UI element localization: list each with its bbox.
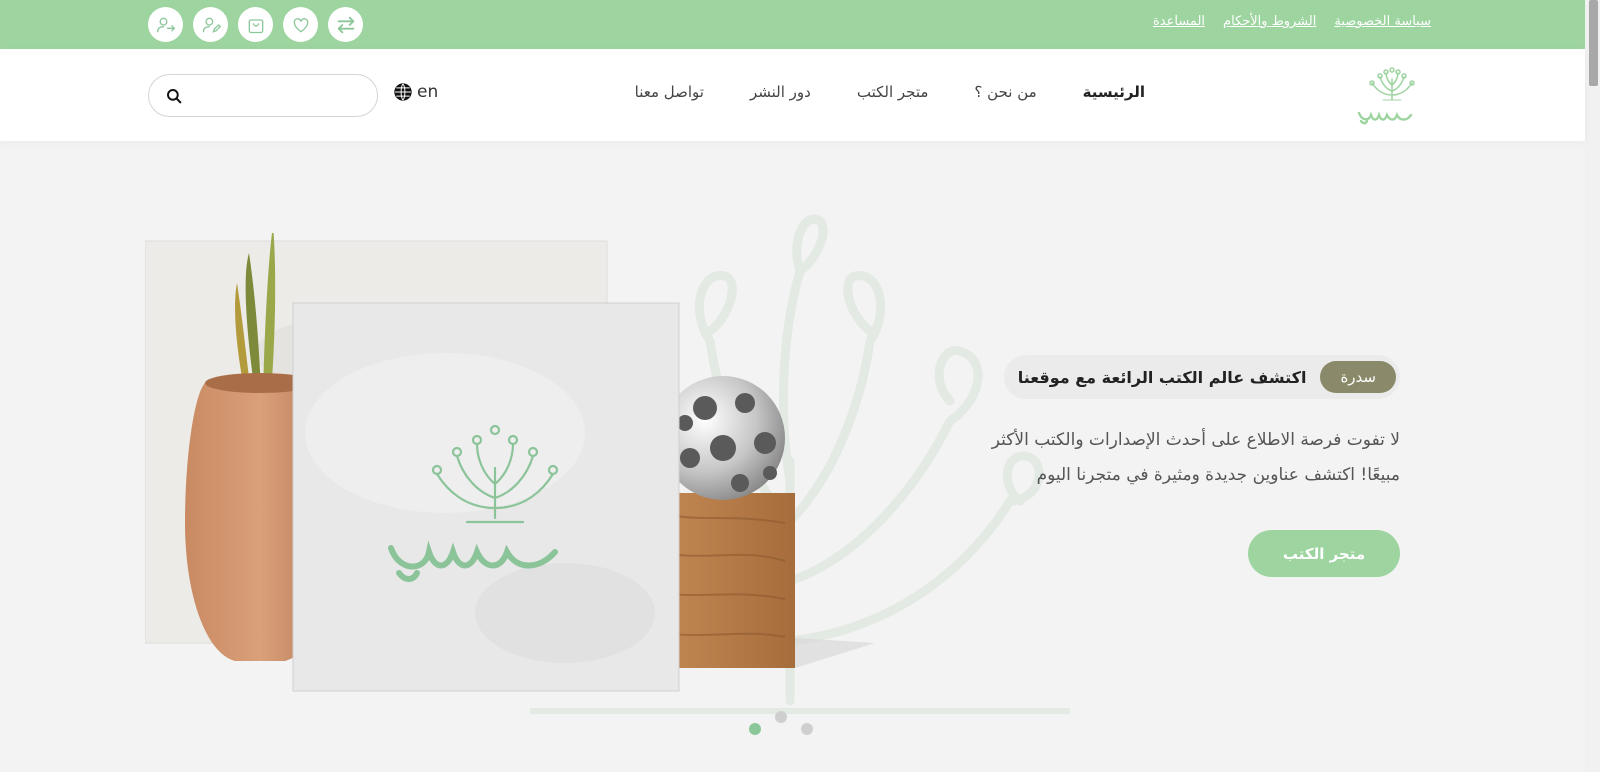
hero-description: لا تفوت فرصة الاطلاع على أحدث الإصدارات … bbox=[991, 430, 1400, 485]
sidra-logo[interactable] bbox=[1353, 61, 1431, 129]
compare-arrows-icon bbox=[337, 16, 354, 33]
top-links: سياسة الخصوصية الشروط والأحكام المساعدة bbox=[1153, 14, 1431, 29]
nav-contact[interactable]: تواصل معنا bbox=[635, 83, 704, 101]
nav-publishers[interactable]: دور النشر bbox=[750, 83, 811, 101]
heart-icon bbox=[293, 17, 308, 32]
privacy-policy-link[interactable]: سياسة الخصوصية bbox=[1334, 14, 1431, 29]
globe-icon bbox=[394, 83, 412, 101]
search-box bbox=[148, 74, 378, 117]
language-switcher[interactable]: en bbox=[393, 82, 438, 102]
scrollbar[interactable] bbox=[1585, 0, 1600, 772]
nav-bookstore[interactable]: متجر الكتب bbox=[857, 83, 929, 101]
brand-badge: سدرة bbox=[1320, 361, 1396, 393]
hero-tagline: اكتشف عالم الكتب الرائعة مع موقعنا bbox=[1017, 367, 1307, 387]
profile-button[interactable] bbox=[193, 7, 228, 42]
scrollbar-thumb[interactable] bbox=[1589, 0, 1598, 86]
slider-dot-2[interactable] bbox=[775, 711, 787, 723]
terms-link[interactable]: الشروط والأحكام bbox=[1223, 14, 1316, 29]
logout-button[interactable] bbox=[148, 7, 183, 42]
user-actions bbox=[148, 7, 363, 42]
wishlist-button[interactable] bbox=[283, 7, 318, 42]
bookstore-cta-button[interactable]: متجر الكتب bbox=[1248, 530, 1400, 577]
nav-about[interactable]: من نحن ؟ bbox=[974, 83, 1036, 101]
hero-banner: سدرة اكتشف عالم الكتب الرائعة مع موقعنا … bbox=[0, 141, 1585, 772]
logout-icon bbox=[156, 17, 175, 32]
compare-button[interactable] bbox=[328, 7, 363, 42]
main-nav: الرئيسية من نحن ؟ متجر الكتب دور النشر ت… bbox=[635, 83, 1145, 101]
hero-tagline-pill: سدرة اكتشف عالم الكتب الرائعة مع موقعنا bbox=[1003, 355, 1400, 399]
search-input[interactable] bbox=[191, 87, 377, 104]
hero-illustration bbox=[145, 233, 875, 692]
nav-home[interactable]: الرئيسية bbox=[1083, 83, 1145, 101]
main-header: الرئيسية من نحن ؟ متجر الكتب دور النشر ت… bbox=[0, 49, 1585, 141]
help-link[interactable]: المساعدة bbox=[1153, 14, 1205, 29]
slider-dot-1[interactable] bbox=[749, 723, 761, 735]
search-icon[interactable] bbox=[165, 87, 183, 105]
slider-dots bbox=[749, 711, 825, 735]
language-label: en bbox=[417, 82, 439, 102]
user-edit-icon bbox=[202, 17, 221, 33]
cart-button[interactable] bbox=[238, 7, 273, 42]
top-bar: سياسة الخصوصية الشروط والأحكام المساعدة bbox=[0, 0, 1585, 49]
slider-dot-3[interactable] bbox=[801, 723, 813, 735]
shopping-bag-icon bbox=[248, 18, 263, 33]
